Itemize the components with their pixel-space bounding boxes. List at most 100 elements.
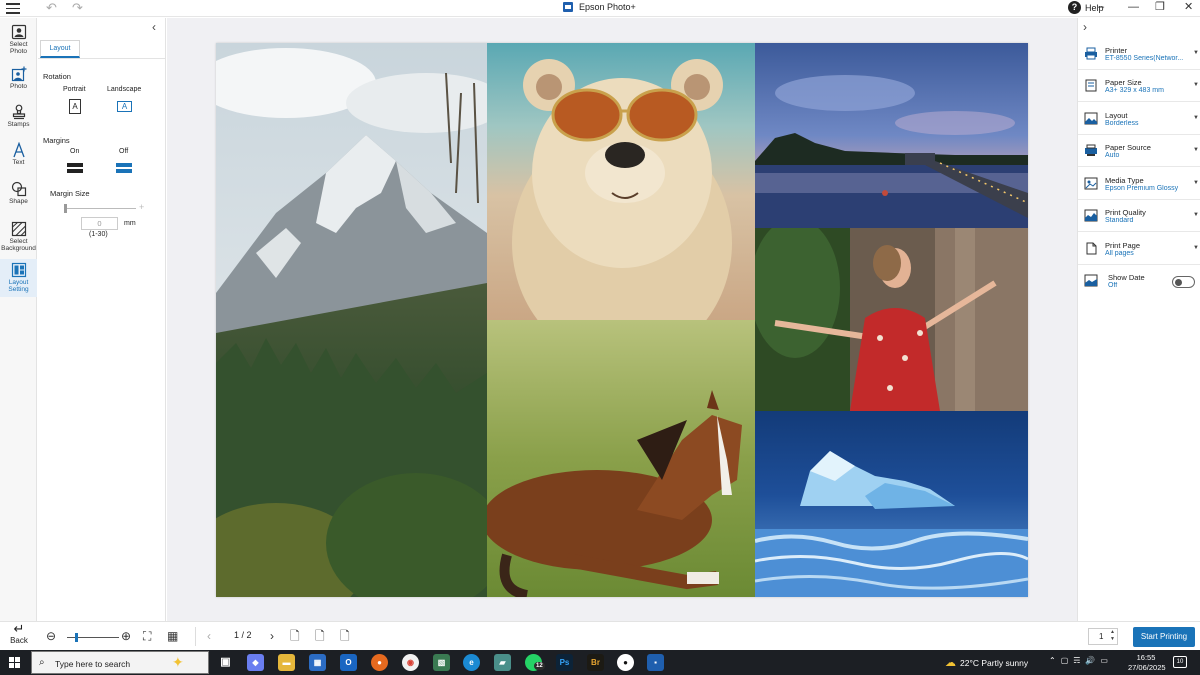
whatsapp-icon[interactable]: 12 <box>525 654 545 671</box>
epson-photo-plus-taskbar-icon[interactable]: ▪ <box>647 654 664 671</box>
portrait-option-icon[interactable]: A <box>69 99 81 114</box>
margin-size-slider-handle[interactable] <box>64 204 67 213</box>
tab-layout[interactable]: Layout <box>40 40 80 58</box>
undo-icon[interactable]: ↶ <box>46 1 57 15</box>
layout-icon <box>1084 112 1098 125</box>
copilot-app-icon[interactable]: ◆ <box>247 654 264 671</box>
setting-printer[interactable]: Printer ET-8550 Series(Networ... ▼ <box>1078 39 1200 70</box>
rail-item-shape[interactable]: Shape <box>0 181 37 205</box>
collapse-panel-chevron-icon[interactable]: ‹ <box>152 20 156 34</box>
setting-print-page[interactable]: Print Page All pages ▼ <box>1078 234 1200 265</box>
setting-media-type[interactable]: Media Type Epson Premium Glossy ▼ <box>1078 169 1200 200</box>
margins-off-label: Off <box>119 148 129 155</box>
task-view-icon[interactable]: ▣ <box>217 654 234 671</box>
setting-paper-source[interactable]: Paper Source Auto ▼ <box>1078 136 1200 167</box>
margin-size-slider-track[interactable] <box>66 208 136 209</box>
rail-item-text[interactable]: Text <box>0 142 37 166</box>
setting-layout[interactable]: Layout Borderless ▼ <box>1078 104 1200 135</box>
setting-title: Media Type <box>1105 176 1144 185</box>
help-icon: ? <box>1068 1 1081 14</box>
outlook-icon[interactable]: O <box>340 654 357 671</box>
app-icon[interactable]: ▰ <box>494 654 511 671</box>
rail-item-select-background[interactable]: Select Background <box>0 221 37 252</box>
layout-panel: ‹ Layout Rotation Portrait Landscape A A… <box>38 18 166 621</box>
dropdown-caret-icon: ▼ <box>1193 50 1199 56</box>
collapse-right-panel-chevron-icon[interactable]: › <box>1083 20 1087 34</box>
setting-value: All pages <box>1105 250 1134 257</box>
photoshop-icon[interactable]: Ps <box>556 654 573 671</box>
dropdown-caret-icon: ▼ <box>1193 115 1199 121</box>
rail-label: Shape <box>9 198 28 205</box>
back-button[interactable]: ↵ Back <box>0 622 38 651</box>
taskbar-search-input[interactable]: ⌕ Type here to search ✦ <box>31 651 209 674</box>
system-tray-icons[interactable]: ⌃▢☴🔊▭ <box>1049 656 1113 665</box>
grid-icon[interactable]: ▦ <box>167 629 178 643</box>
setting-print-quality[interactable]: Print Quality Standard ▼ <box>1078 201 1200 232</box>
clock-date: 27/06/2025 <box>1128 663 1166 672</box>
landscape-label: Landscape <box>107 86 142 93</box>
hamburger-menu-icon[interactable] <box>6 3 20 15</box>
app-icon[interactable]: ● <box>617 654 634 671</box>
minimize-window-button[interactable]: — <box>1128 0 1139 15</box>
close-window-icon[interactable]: ✕ <box>1184 0 1193 15</box>
start-printing-button[interactable]: Start Printing <box>1133 627 1195 647</box>
firefox-icon[interactable]: ● <box>371 654 388 671</box>
rail-item-layout-setting[interactable]: Layout Setting <box>0 259 37 297</box>
file-explorer-icon[interactable]: ▬ <box>278 654 295 671</box>
fit-to-screen-icon[interactable]: ⛶ <box>143 629 151 643</box>
zoom-in-icon[interactable]: ⊕ <box>121 629 131 643</box>
setting-title: Show Date <box>1108 273 1145 282</box>
landscape-option-icon[interactable]: A <box>117 101 132 112</box>
slider-plus-icon[interactable]: + <box>139 202 144 212</box>
page-indicator: 1 / 2 <box>234 630 252 640</box>
copies-stepper[interactable]: 1 ▲ ▼ <box>1088 628 1118 645</box>
photo-iceberg-water[interactable] <box>755 411 1028 597</box>
zoom-out-icon[interactable]: ⊖ <box>46 629 56 643</box>
show-date-toggle[interactable] <box>1172 276 1195 288</box>
bridge-icon[interactable]: Br <box>587 654 604 671</box>
minimize-icon[interactable]: – <box>1098 0 1104 15</box>
margin-size-input[interactable]: 0 <box>81 217 118 230</box>
weather-widget[interactable]: ☁ 22°C Partly sunny <box>945 656 1028 669</box>
shape-icon <box>11 181 26 197</box>
setting-value: Borderless <box>1105 120 1139 127</box>
margins-on-icon[interactable] <box>67 163 83 175</box>
photo-lake-pier-dusk[interactable] <box>755 43 1028 228</box>
duplicate-page-icon[interactable]: 🗋 <box>315 629 325 643</box>
margins-off-icon[interactable] <box>116 163 132 175</box>
delete-page-icon[interactable]: 🗋 <box>340 629 350 643</box>
photo-horse-lying-grass[interactable] <box>487 320 755 597</box>
restore-window-icon[interactable]: ❐ <box>1155 0 1165 15</box>
windows-start-icon[interactable] <box>9 657 20 668</box>
margin-range-label: (1-30) <box>89 231 108 238</box>
redo-icon[interactable]: ↷ <box>72 1 83 15</box>
weather-text: 22°C Partly sunny <box>960 657 1029 668</box>
photo-mountain-forest[interactable] <box>216 43 487 597</box>
microsoft-store-icon[interactable]: ▦ <box>309 654 326 671</box>
rail-item-select-photo[interactable]: Select Photo <box>0 24 37 55</box>
edge-icon[interactable]: e <box>463 654 480 671</box>
photo-woman-red-dress[interactable] <box>755 228 1028 411</box>
photo-bear-sunglasses[interactable] <box>487 43 755 320</box>
taskbar-clock[interactable]: 16:55 27/06/2025 <box>1128 653 1166 673</box>
print-settings-panel: › Printer ET-8550 Series(Networ... ▼ Pap… <box>1077 18 1200 621</box>
previous-page-chevron-icon[interactable]: ‹ <box>207 629 211 643</box>
add-page-icon[interactable]: 🗋 <box>290 629 300 643</box>
search-placeholder: Type here to search <box>55 659 131 669</box>
chrome-icon[interactable]: ◉ <box>402 654 419 671</box>
printer-icon <box>1085 47 1097 60</box>
setting-paper-size[interactable]: Paper Size A3+ 329 x 483 mm ▼ <box>1078 71 1200 102</box>
next-page-chevron-icon[interactable]: › <box>270 629 274 643</box>
rail-item-stamps[interactable]: Stamps <box>0 104 37 128</box>
search-icon: ⌕ <box>39 657 45 668</box>
zoom-slider-handle[interactable] <box>75 633 78 642</box>
photos-app-icon[interactable]: ▧ <box>433 654 450 671</box>
paper-source-icon <box>1085 144 1097 156</box>
layout-setting-icon <box>11 262 26 278</box>
rail-item-photo[interactable]: Photo <box>0 66 37 90</box>
dropdown-caret-icon: ▼ <box>1193 212 1199 218</box>
add-photo-icon <box>11 66 26 82</box>
copilot-sparkle-icon: ✦ <box>172 654 184 670</box>
stepper-arrows-icon[interactable]: ▲ ▼ <box>1110 629 1115 643</box>
notification-center-icon[interactable]: 10 <box>1173 656 1187 668</box>
